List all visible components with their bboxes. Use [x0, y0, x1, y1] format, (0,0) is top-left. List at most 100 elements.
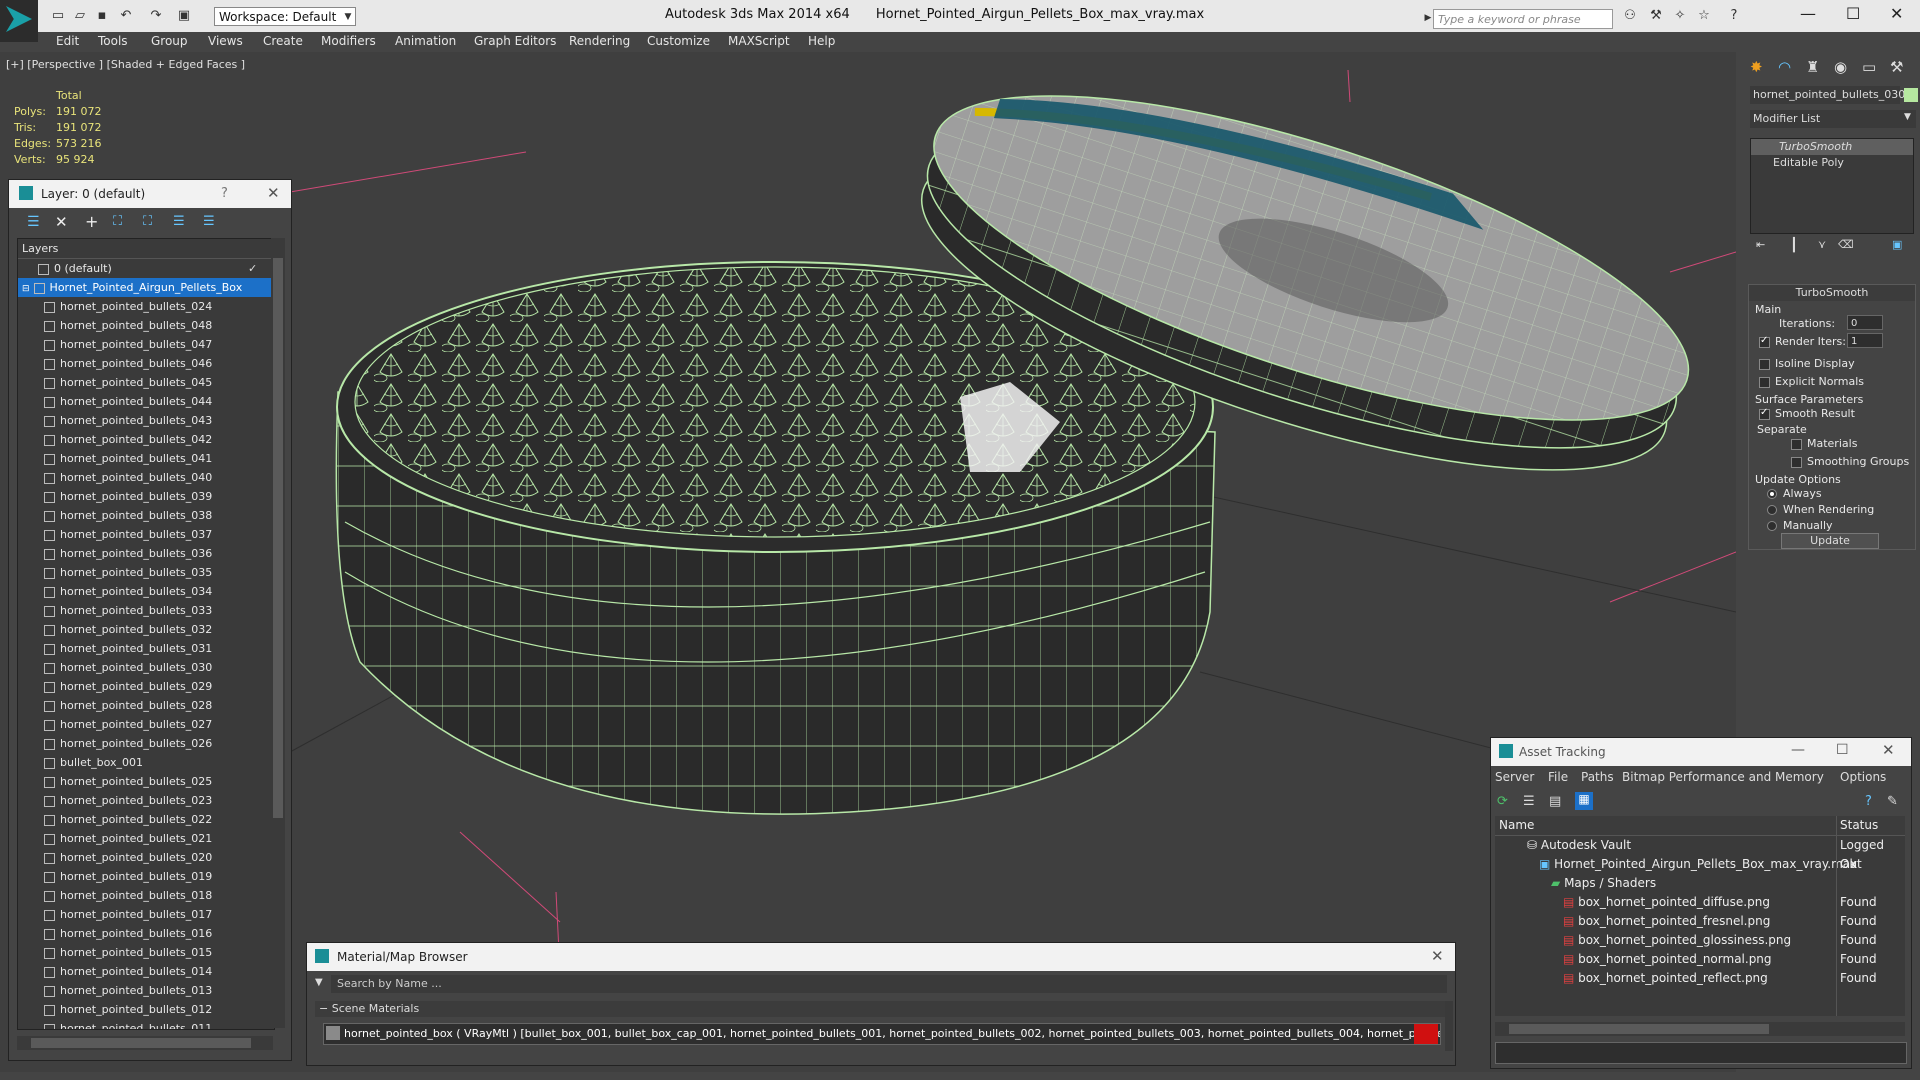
layer-object-row[interactable]: hornet_pointed_bullets_021 — [18, 829, 274, 848]
new-file-icon[interactable]: ▭ — [50, 8, 66, 24]
asset-row[interactable]: ▤ box_hornet_pointed_reflect.png Found — [1495, 969, 1905, 988]
hide-all-icon[interactable]: ☰ — [203, 214, 215, 229]
table-view-icon[interactable]: ▦ — [1575, 792, 1593, 810]
layer-row-default[interactable]: 0 (default) ✓ — [18, 259, 274, 278]
col-status[interactable]: Status — [1840, 816, 1878, 835]
modifier-list-dropdown[interactable]: Modifier List — [1750, 110, 1916, 128]
modifier-stack[interactable]: TurboSmooth Editable Poly — [1750, 138, 1914, 234]
render-iters-spinner[interactable]: 1 — [1847, 333, 1883, 348]
browser-options-icon[interactable]: ▼ — [315, 977, 323, 988]
close-button[interactable]: ✕ — [1890, 4, 1903, 23]
list-view-icon[interactable]: ☰ — [1523, 794, 1535, 809]
subscription-icon[interactable]: ⚒ — [1648, 8, 1664, 24]
menu-tools[interactable]: Tools — [98, 34, 128, 48]
asset-row[interactable]: ▤ box_hornet_pointed_diffuse.png Found — [1495, 893, 1905, 912]
layer-object-row[interactable]: hornet_pointed_bullets_043 — [18, 411, 274, 430]
make-unique-icon[interactable]: ⋎ — [1818, 238, 1826, 251]
object-name-field[interactable]: hornet_pointed_bullets_030 — [1750, 86, 1905, 104]
menu-views[interactable]: Views — [208, 34, 243, 48]
material-search-input[interactable]: Search by Name ... — [331, 975, 1447, 993]
layer-object-row[interactable]: hornet_pointed_bullets_030 — [18, 658, 274, 677]
render-iters-checkbox[interactable] — [1759, 335, 1770, 348]
minimize-button[interactable]: — — [1791, 742, 1805, 758]
project-folder-icon[interactable]: ▣ — [176, 8, 192, 24]
stack-item-turbosmooth[interactable]: TurboSmooth — [1751, 139, 1913, 155]
layer-object-row[interactable]: hornet_pointed_bullets_033 — [18, 601, 274, 620]
stack-item-editable-poly[interactable]: Editable Poly — [1751, 155, 1913, 171]
remove-modifier-icon[interactable]: ⌫ — [1838, 238, 1854, 251]
minimize-button[interactable]: — — [1800, 4, 1816, 23]
asset-row[interactable]: ▰ Maps / Shaders — [1495, 874, 1905, 893]
layer-object-row[interactable]: hornet_pointed_bullets_048 — [18, 316, 274, 335]
highlight-layer-icon[interactable]: ☰ — [173, 214, 185, 229]
layer-object-row[interactable]: hornet_pointed_bullets_038 — [18, 506, 274, 525]
layer-object-row[interactable]: hornet_pointed_bullets_042 — [18, 430, 274, 449]
menu-bitmap-performance[interactable]: Bitmap Performance and Memory — [1622, 770, 1824, 784]
layer-object-row[interactable]: hornet_pointed_bullets_015 — [18, 943, 274, 962]
smoothing-groups-checkbox[interactable] — [1791, 457, 1802, 468]
pin-icon[interactable]: ✎ — [1887, 794, 1898, 809]
layer-object-row[interactable]: hornet_pointed_bullets_028 — [18, 696, 274, 715]
explicit-normals-checkbox[interactable] — [1759, 377, 1770, 388]
layer-object-row[interactable]: hornet_pointed_bullets_011 — [18, 1019, 274, 1029]
iterations-spinner[interactable]: 0 — [1847, 315, 1883, 330]
maximize-button[interactable]: ☐ — [1846, 4, 1860, 23]
layer-object-row[interactable]: hornet_pointed_bullets_031 — [18, 639, 274, 658]
always-radio[interactable] — [1767, 489, 1777, 499]
delete-layer-icon[interactable]: ✕ — [55, 213, 68, 231]
scene-materials-section[interactable]: − Scene Materials — [315, 1001, 1445, 1017]
horizontal-scrollbar[interactable] — [17, 1036, 273, 1050]
menu-maxscript[interactable]: MAXScript — [728, 34, 790, 48]
layer-object-row[interactable]: hornet_pointed_bullets_013 — [18, 981, 274, 1000]
favorites-star-icon[interactable]: ☆ — [1696, 8, 1712, 24]
layer-object-row[interactable]: hornet_pointed_bullets_026 — [18, 734, 274, 753]
asset-path-field[interactable] — [1495, 1042, 1907, 1064]
menu-server[interactable]: Server — [1495, 770, 1534, 784]
menu-customize[interactable]: Customize — [647, 34, 710, 48]
modify-tab-icon[interactable]: ◠ — [1778, 58, 1791, 76]
material-browser-scrollbar[interactable] — [1445, 1001, 1453, 1051]
menu-create[interactable]: Create — [263, 34, 303, 48]
layer-object-row[interactable]: hornet_pointed_bullets_045 — [18, 373, 274, 392]
smooth-result-checkbox[interactable] — [1759, 407, 1770, 420]
isoline-checkbox[interactable] — [1759, 359, 1770, 370]
asset-tracking-titlebar[interactable]: Asset Tracking — ☐ ✕ — [1491, 738, 1911, 766]
layer-object-row[interactable]: bullet_box_001 — [18, 753, 274, 772]
layer-object-row[interactable]: hornet_pointed_bullets_036 — [18, 544, 274, 563]
menu-animation[interactable]: Animation — [395, 34, 456, 48]
layer-object-row[interactable]: hornet_pointed_bullets_022 — [18, 810, 274, 829]
chevron-down-icon[interactable]: ▼ — [340, 9, 356, 25]
undo-icon[interactable]: ↶ — [118, 8, 134, 24]
help-icon[interactable]: ? — [221, 186, 228, 201]
display-tab-icon[interactable]: ▭ — [1862, 58, 1876, 76]
binoculars-icon[interactable]: ⚇ — [1622, 8, 1638, 24]
collapse-icon[interactable]: ⊟ — [22, 284, 30, 294]
layer-object-row[interactable]: hornet_pointed_bullets_032 — [18, 620, 274, 639]
object-color-swatch[interactable] — [1904, 88, 1918, 102]
menu-help[interactable]: Help — [808, 34, 835, 48]
layer-object-row[interactable]: hornet_pointed_bullets_023 — [18, 791, 274, 810]
layer-object-row[interactable]: hornet_pointed_bullets_041 — [18, 449, 274, 468]
motion-tab-icon[interactable]: ◉ — [1834, 58, 1847, 76]
layer-object-row[interactable]: hornet_pointed_bullets_024 — [18, 297, 274, 316]
menu-graph-editors[interactable]: Graph Editors — [474, 34, 556, 48]
layer-object-row[interactable]: hornet_pointed_bullets_047 — [18, 335, 274, 354]
menu-rendering[interactable]: Rendering — [569, 34, 630, 48]
layer-object-row[interactable]: hornet_pointed_bullets_019 — [18, 867, 274, 886]
asset-row[interactable]: ▤ box_hornet_pointed_glossiness.png Foun… — [1495, 931, 1905, 950]
layer-object-row[interactable]: hornet_pointed_bullets_044 — [18, 392, 274, 411]
select-objects-icon[interactable]: ⛶ — [143, 214, 152, 229]
configure-sets-icon[interactable]: ▣ — [1892, 238, 1902, 251]
chevron-down-icon[interactable]: ▼ — [1904, 112, 1911, 122]
refresh-icon[interactable]: ⟳ — [1497, 794, 1508, 809]
layer-settings-icon[interactable]: ☰ — [27, 214, 40, 230]
asset-row[interactable]: ▤ box_hornet_pointed_normal.png Found — [1495, 950, 1905, 969]
communication-icon[interactable]: ✧ — [1672, 8, 1688, 24]
menu-modifiers[interactable]: Modifiers — [321, 34, 376, 48]
close-icon[interactable]: ✕ — [1431, 947, 1444, 965]
layer-object-row[interactable]: hornet_pointed_bullets_046 — [18, 354, 274, 373]
layer-list[interactable]: Layers 0 (default) ✓ ⊟ Hornet_Pointed_Air… — [17, 238, 275, 1030]
menu-edit[interactable]: Edit — [56, 34, 79, 48]
search-input[interactable]: Type a keyword or phrase — [1433, 9, 1613, 29]
help-icon[interactable]: ? — [1865, 794, 1872, 809]
